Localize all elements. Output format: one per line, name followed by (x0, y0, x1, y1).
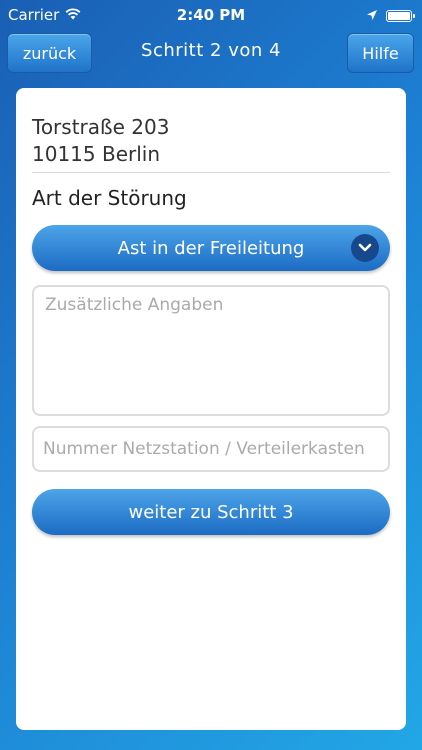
navigation-bar: zurück Schritt 2 von 4 Hilfe (0, 30, 422, 78)
status-bar: Carrier 2:40 PM (0, 0, 422, 30)
station-number-input[interactable]: Nummer Netzstation / Verteilerkasten (32, 426, 390, 472)
disturbance-selected-value: Ast in der Freileitung (117, 237, 305, 259)
address-block: Torstraße 203 10115 Berlin (32, 114, 169, 168)
form-card: Torstraße 203 10115 Berlin Art der Störu… (16, 88, 406, 730)
divider (32, 172, 390, 173)
help-button[interactable]: Hilfe (347, 33, 414, 73)
chevron-down-icon (351, 234, 379, 262)
page-title: Schritt 2 von 4 (141, 40, 281, 61)
back-button[interactable]: zurück (7, 33, 92, 73)
battery-icon (386, 10, 415, 22)
details-textarea[interactable]: Zusätzliche Angaben (32, 285, 390, 416)
status-time: 2:40 PM (176, 6, 246, 24)
address-street: Torstraße 203 (32, 115, 170, 139)
disturbance-select[interactable]: Ast in der Freileitung (32, 225, 390, 271)
status-right-group (366, 7, 415, 25)
address-city: 10115 Berlin (32, 142, 161, 166)
next-step-button[interactable]: weiter zu Schritt 3 (32, 489, 390, 535)
location-arrow-icon (366, 7, 378, 25)
disturbance-label: Art der Störung (32, 186, 187, 210)
